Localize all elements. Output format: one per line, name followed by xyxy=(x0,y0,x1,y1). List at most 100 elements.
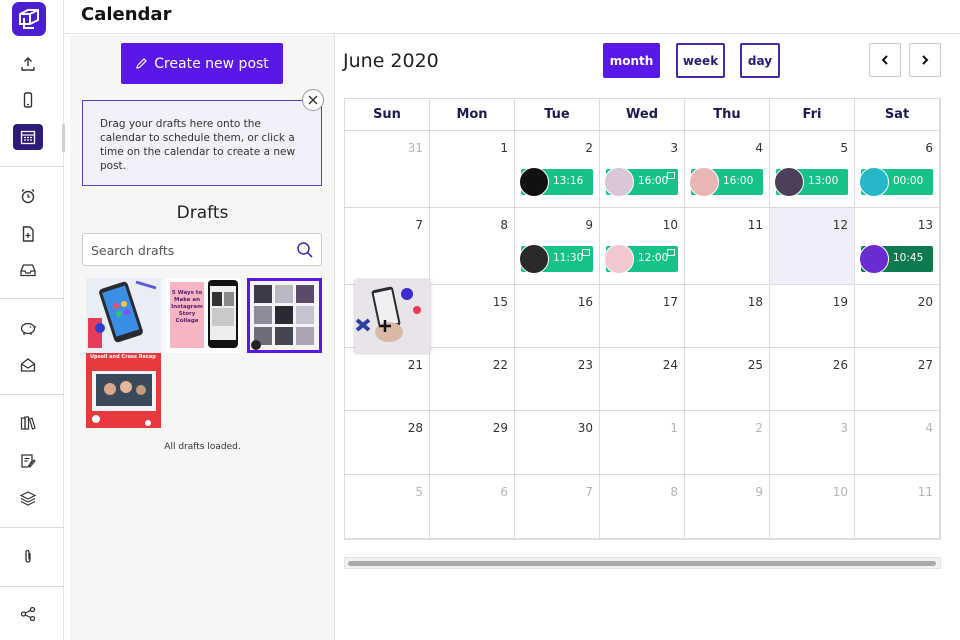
calendar-day[interactable]: 26 xyxy=(770,348,855,411)
drafts-heading: Drafts xyxy=(176,203,229,223)
scheduled-post[interactable]: 10:45 xyxy=(859,244,933,274)
story-indicator-icon xyxy=(667,172,675,179)
calendar-day[interactable]: 6 xyxy=(430,475,515,539)
day-number: 17 xyxy=(662,295,678,309)
scheduled-post[interactable]: 00:00 xyxy=(859,167,933,197)
calendar-day[interactable]: 27 xyxy=(855,348,940,411)
calendar-day[interactable]: 4 xyxy=(855,411,940,475)
calendar-day[interactable]: 9 xyxy=(685,475,770,539)
calendar-day[interactable]: 28 xyxy=(345,411,430,475)
calendar-day[interactable]: 31 xyxy=(345,131,430,208)
scheduled-post[interactable]: 16:00 xyxy=(689,167,763,197)
day-number: 25 xyxy=(747,358,763,372)
draft-thumbnail[interactable]: 5 Ways to Make an Instagram Story Collag… xyxy=(166,278,241,353)
calendar-day[interactable]: 3 16:00 xyxy=(600,131,685,208)
calendar-icon[interactable] xyxy=(13,124,43,150)
calendar-day[interactable]: 9 11:30 xyxy=(515,208,600,285)
app-logo[interactable] xyxy=(12,2,46,36)
mail-icon[interactable] xyxy=(13,352,43,378)
calendar-day[interactable]: 19 xyxy=(770,285,855,348)
search-icon[interactable] xyxy=(296,241,314,263)
calendar-scrollbar-thumb[interactable] xyxy=(348,561,936,566)
calendar-day[interactable]: 7 xyxy=(345,208,430,285)
scheduled-post[interactable]: 12:00 xyxy=(604,244,678,274)
post-time: 16:00 xyxy=(723,175,754,187)
share-icon[interactable] xyxy=(13,601,43,627)
mobile-icon[interactable] xyxy=(13,87,43,113)
library-icon[interactable] xyxy=(13,410,43,436)
post-thumbnail xyxy=(689,167,719,197)
calendar-day[interactable]: 16 xyxy=(515,285,600,348)
calendar-day[interactable]: 18 xyxy=(685,285,770,348)
post-time: 00:00 xyxy=(893,175,924,187)
draft-thumbnail[interactable] xyxy=(247,278,322,353)
calendar-day[interactable]: 3 xyxy=(770,411,855,475)
draft-thumbnail[interactable]: Upsell and Cross Recap xyxy=(86,353,161,428)
calendar-day[interactable]: 11 xyxy=(685,208,770,285)
story-indicator-icon xyxy=(582,249,590,256)
upload-icon[interactable] xyxy=(13,51,43,77)
post-thumbnail xyxy=(859,167,889,197)
paperclip-icon[interactable] xyxy=(13,544,43,570)
scheduled-post[interactable]: 13:16 xyxy=(519,167,593,197)
calendar-day[interactable]: 23 xyxy=(515,348,600,411)
calendar-day[interactable]: 22 xyxy=(430,348,515,411)
view-week-button[interactable]: week xyxy=(676,43,725,78)
day-number: 3 xyxy=(670,141,678,155)
alarm-icon[interactable] xyxy=(13,183,43,209)
calendar-day[interactable]: 6 00:00 xyxy=(855,131,940,208)
weekday-header: Sun xyxy=(345,99,430,131)
scheduled-post[interactable]: 16:00 xyxy=(604,167,678,197)
draft-thumbnail[interactable] xyxy=(86,278,161,353)
calendar-day[interactable]: 20 xyxy=(855,285,940,348)
close-icon[interactable] xyxy=(302,89,324,111)
create-post-button[interactable]: Create new post xyxy=(121,43,283,84)
next-month-button[interactable] xyxy=(909,43,941,77)
calendar-day[interactable]: 21 xyxy=(345,348,430,411)
calendar-day[interactable]: 1 xyxy=(600,411,685,475)
search-drafts-input[interactable] xyxy=(91,241,286,259)
calendar-day[interactable]: 5 xyxy=(345,475,430,539)
day-number: 12 xyxy=(832,218,848,232)
inbox-icon[interactable] xyxy=(13,257,43,283)
calendar-day[interactable]: 17 xyxy=(600,285,685,348)
piggy-bank-icon[interactable] xyxy=(13,315,43,341)
post-thumbnail xyxy=(519,167,549,197)
weekday-header: Tue xyxy=(515,99,600,131)
calendar-day[interactable]: 24 xyxy=(600,348,685,411)
calendar-day[interactable]: 29 xyxy=(430,411,515,475)
day-number: 22 xyxy=(492,358,508,372)
calendar-day[interactable]: 10 xyxy=(770,475,855,539)
view-month-button[interactable]: month xyxy=(603,43,660,78)
drafts-footer: All drafts loaded. xyxy=(164,442,241,452)
calendar-day[interactable]: 25 xyxy=(685,348,770,411)
rail-scrollbar[interactable] xyxy=(62,124,65,152)
calendar-day[interactable]: 30 xyxy=(515,411,600,475)
scheduled-post[interactable]: 11:30 xyxy=(519,244,593,274)
layers-icon[interactable] xyxy=(13,485,43,511)
calendar-day[interactable]: 4 16:00 xyxy=(685,131,770,208)
calendar-day[interactable]: 2 13:16 xyxy=(515,131,600,208)
calendar-day[interactable]: 7 xyxy=(515,475,600,539)
calendar-day[interactable]: 15 xyxy=(430,285,515,348)
calendar-day[interactable]: 1 xyxy=(430,131,515,208)
calendar-day[interactable]: 11 xyxy=(855,475,940,539)
day-number: 30 xyxy=(577,421,593,435)
scheduled-post[interactable]: 13:00 xyxy=(774,167,848,197)
view-day-button[interactable]: day xyxy=(740,43,780,78)
chevron-right-icon xyxy=(922,55,929,65)
calendar-day[interactable]: 5 13:00 xyxy=(770,131,855,208)
notes-icon[interactable] xyxy=(13,448,43,474)
post-thumbnail xyxy=(604,167,634,197)
calendar-day[interactable]: 10 12:00 xyxy=(600,208,685,285)
calendar-day[interactable]: 2 xyxy=(685,411,770,475)
calendar-day[interactable]: 8 xyxy=(430,208,515,285)
prev-month-button[interactable] xyxy=(869,43,901,77)
dragged-draft[interactable] xyxy=(355,280,430,353)
calendar-day-today[interactable]: 12 xyxy=(770,208,855,285)
calendar-scrollbar[interactable] xyxy=(344,557,941,569)
document-icon[interactable] xyxy=(13,221,43,247)
calendar-day[interactable]: 13 10:45 xyxy=(855,208,940,285)
calendar-day[interactable]: 8 xyxy=(600,475,685,539)
calendar-grid: Sun Mon Tue Wed Thu Fri Sat 31 1 2 13:16 3 16:00 4 16:… xyxy=(344,98,941,540)
